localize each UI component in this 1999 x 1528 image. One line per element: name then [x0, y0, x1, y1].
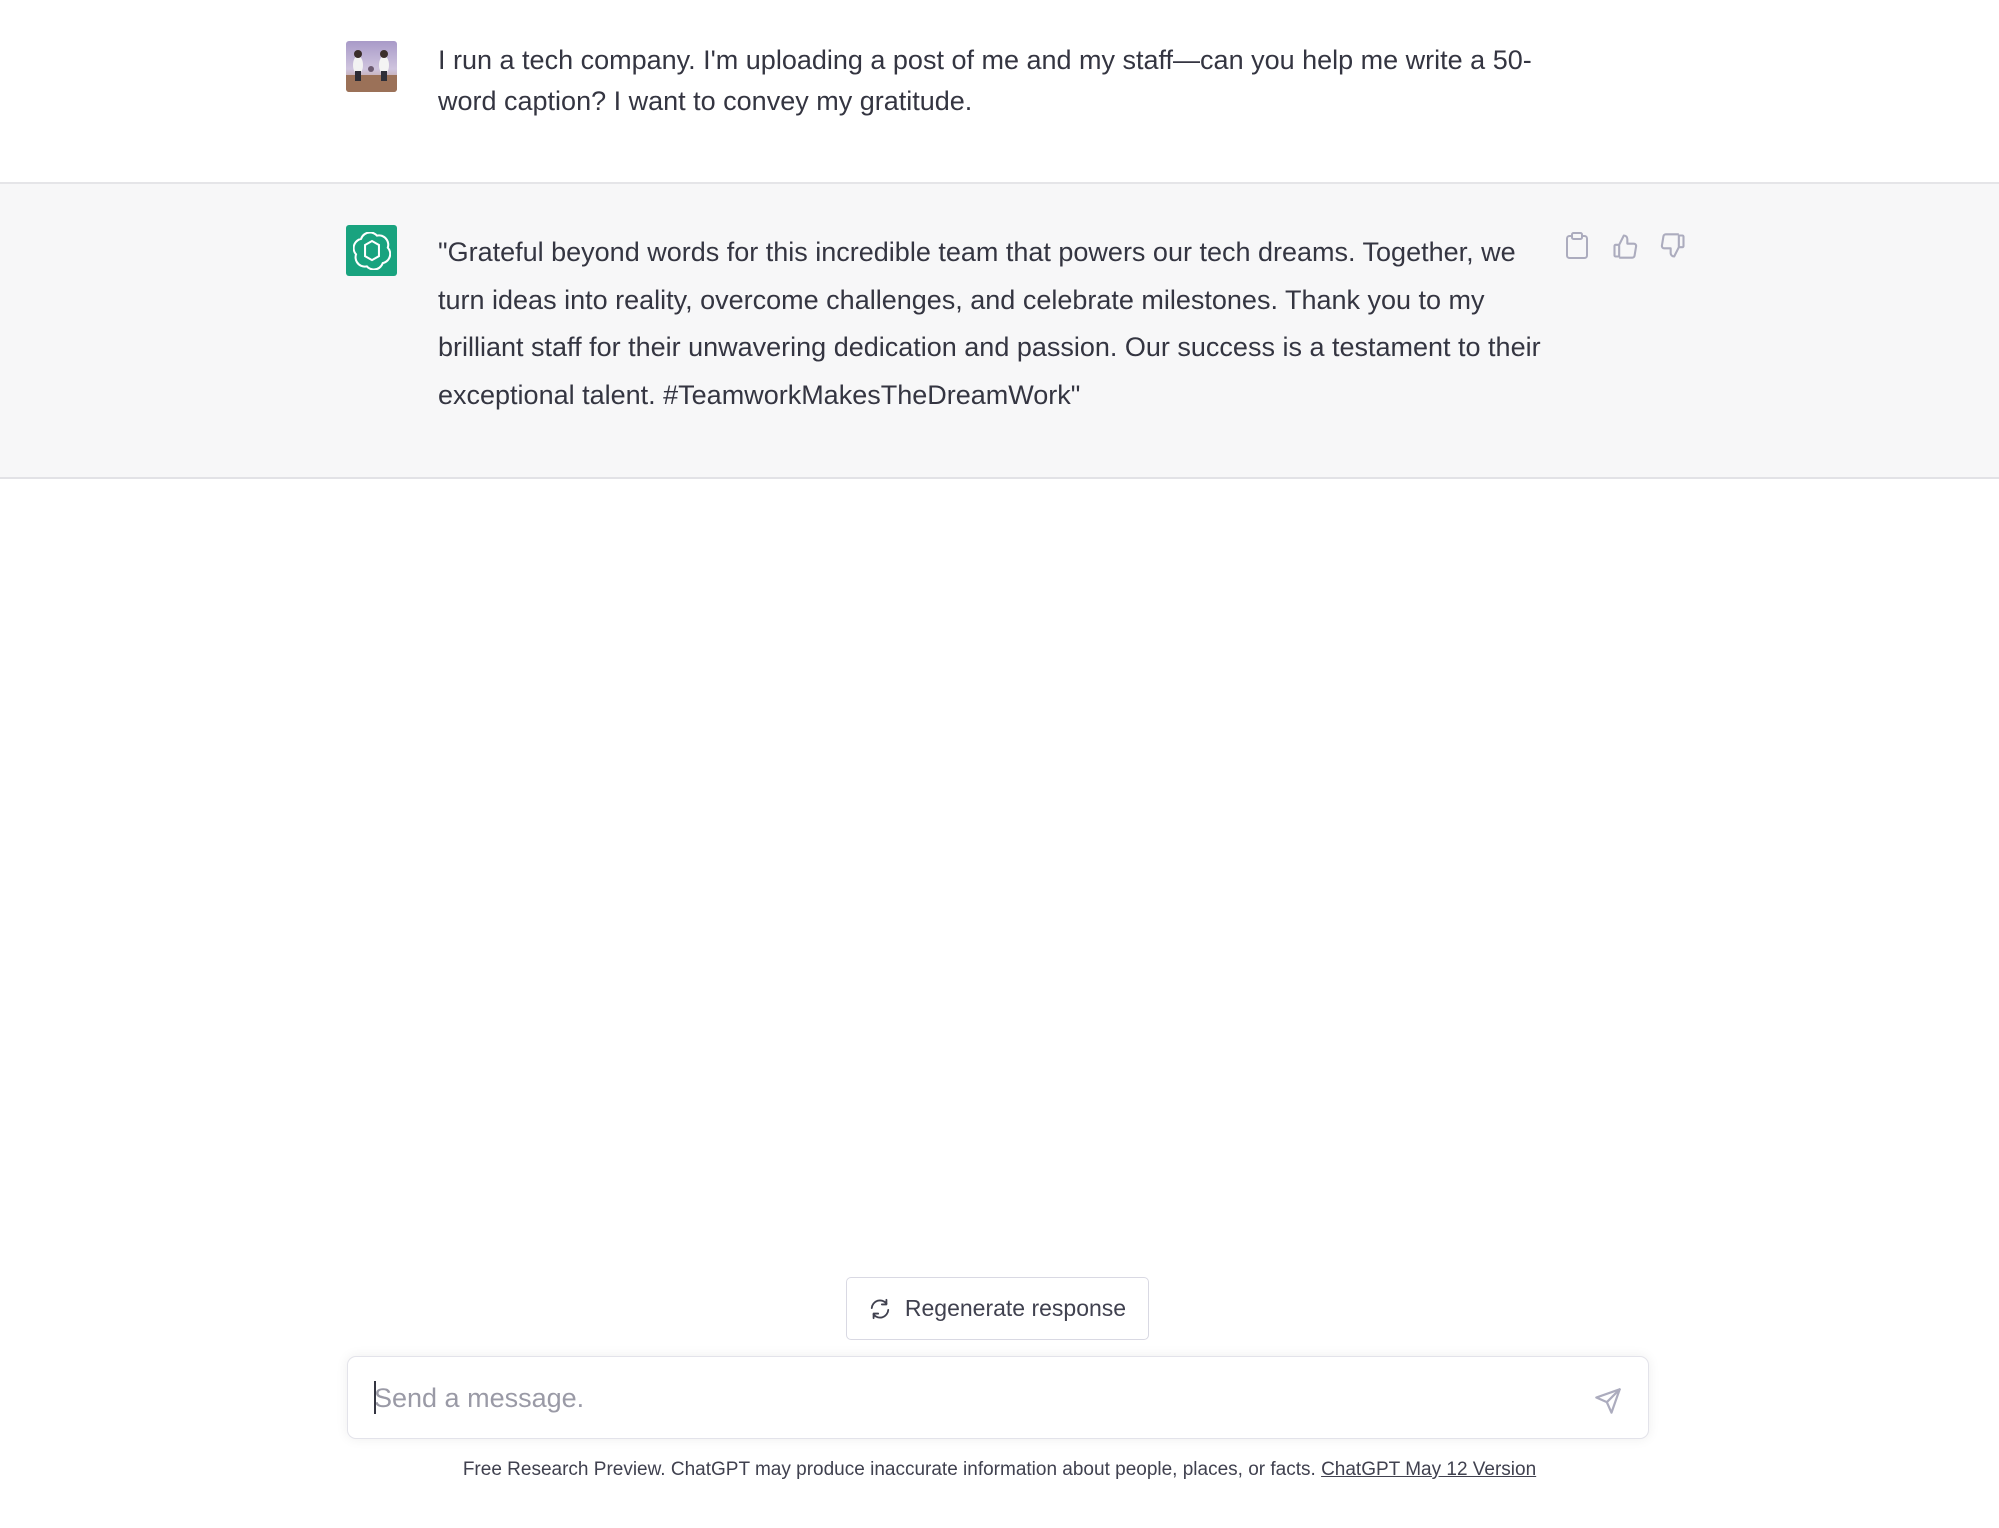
assistant-message-row: "Grateful beyond words for this incredib… — [0, 184, 1999, 479]
send-button[interactable] — [1591, 1384, 1625, 1418]
send-icon — [1595, 1388, 1621, 1414]
message-composer — [347, 1356, 1649, 1439]
footer-text: Free Research Preview. ChatGPT may produ… — [462, 1459, 1322, 1480]
user-avatar — [346, 41, 397, 92]
thumbs-up-button[interactable] — [1610, 230, 1640, 262]
clipboard-icon — [1566, 232, 1588, 259]
thumbs-up-icon — [1613, 234, 1638, 259]
thumbs-down-icon — [1660, 233, 1685, 258]
chatgpt-logo-icon — [346, 225, 397, 276]
chat-page: I run a tech company. I'm uploading a po… — [0, 0, 1999, 1528]
copy-button[interactable] — [1562, 230, 1592, 262]
thumbs-down-button[interactable] — [1658, 230, 1688, 262]
refresh-icon — [870, 1298, 890, 1319]
version-link[interactable]: ChatGPT May 12 Version — [1321, 1459, 1536, 1480]
user-avatar-image — [346, 41, 397, 92]
text-caret — [374, 1381, 376, 1414]
user-message-text: I run a tech company. I'm uploading a po… — [438, 45, 1532, 116]
regenerate-response-button[interactable]: Regenerate response — [846, 1277, 1149, 1340]
assistant-message-text: "Grateful beyond words for this incredib… — [438, 237, 1541, 410]
message-input[interactable] — [374, 1377, 1574, 1419]
regenerate-label: Regenerate response — [904, 1295, 1127, 1321]
message-actions — [1562, 228, 1688, 264]
footer-disclaimer: Free Research Preview. ChatGPT may produ… — [0, 1459, 1999, 1481]
user-message-row: I run a tech company. I'm uploading a po… — [0, 0, 1999, 184]
